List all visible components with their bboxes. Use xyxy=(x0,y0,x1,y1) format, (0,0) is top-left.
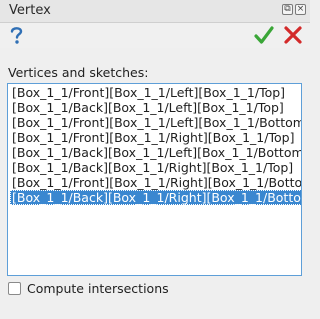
vertices-list[interactable]: [Box_1_1/Front][Box_1_1/Left][Box_1_1/To… xyxy=(7,83,302,276)
list-item[interactable]: [Box_1_1/Front][Box_1_1/Left][Box_1_1/Bo… xyxy=(10,115,301,130)
help-icon xyxy=(10,27,23,44)
list-item[interactable]: [Box_1_1/Back][Box_1_1/Left][Box_1_1/Bot… xyxy=(10,145,301,160)
float-icon[interactable]: ⧉ xyxy=(282,4,293,15)
help-button[interactable] xyxy=(6,23,28,47)
cancel-button[interactable] xyxy=(282,23,304,47)
list-item[interactable]: [Box_1_1/Back][Box_1_1/Right][Box_1_1/To… xyxy=(10,160,301,175)
vertices-label: Vertices and sketches: xyxy=(8,65,149,80)
close-icon[interactable]: × xyxy=(295,4,306,15)
list-item-selected[interactable]: [Box_1_1/Back][Box_1_1/Right][Box_1_1/Bo… xyxy=(10,190,301,205)
list-item[interactable]: [Box_1_1/Back][Box_1_1/Left][Box_1_1/Top… xyxy=(10,100,301,115)
title-bar: Vertex ⧉ × xyxy=(0,0,310,23)
checkmark-icon xyxy=(254,26,274,44)
list-item[interactable]: [Box_1_1/Front][Box_1_1/Right][Box_1_1/B… xyxy=(10,175,301,190)
cross-icon xyxy=(284,26,302,44)
list-item[interactable]: [Box_1_1/Front][Box_1_1/Right][Box_1_1/T… xyxy=(10,130,301,145)
compute-intersections-label: Compute intersections xyxy=(27,281,169,296)
ok-button[interactable] xyxy=(253,23,275,47)
list-item[interactable]: [Box_1_1/Front][Box_1_1/Left][Box_1_1/To… xyxy=(10,85,301,100)
toolbar xyxy=(0,23,310,48)
window-title: Vertex xyxy=(9,3,51,18)
focus-rect xyxy=(10,190,301,205)
compute-intersections-checkbox[interactable] xyxy=(8,282,21,295)
